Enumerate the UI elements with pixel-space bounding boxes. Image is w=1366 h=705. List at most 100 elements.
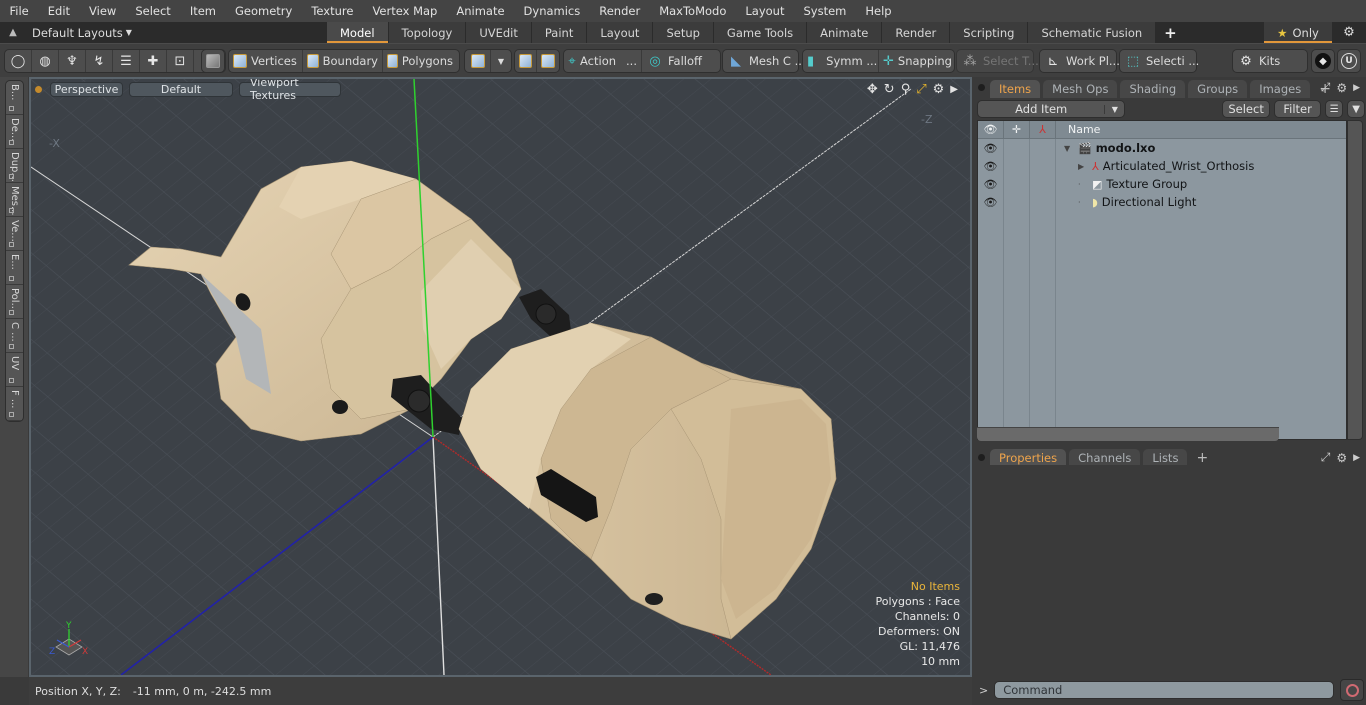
visibility-toggle[interactable]: 👁 [978,139,1004,157]
layout-tab-animate[interactable]: Animate [807,22,883,43]
visibility-toggle[interactable]: 👁 [978,175,1004,193]
menu-item[interactable]: Item [180,0,225,22]
zoom-view-icon[interactable]: ⚲ [901,82,911,97]
menu-layout[interactable]: Layout [736,0,794,22]
lock-cell[interactable] [1004,193,1030,211]
rotate-view-icon[interactable]: ↻ [884,82,895,97]
left-tab[interactable]: De... [6,115,23,149]
left-tab[interactable]: Dup... [6,149,23,183]
item-list-scrollbar[interactable] [1347,120,1363,440]
left-tab[interactable]: Pol... [6,285,23,319]
select-button[interactable]: Select [1222,100,1270,118]
arrow-right-icon[interactable]: ▶ [1353,83,1360,93]
command-input[interactable]: Command [994,681,1335,699]
left-tab[interactable]: F ... [6,387,23,421]
viewport-arrow-icon[interactable]: ▶ [950,84,958,95]
chevron-down-icon[interactable]: ▼ [1104,104,1124,114]
unity-button[interactable]: ◆ [1311,49,1335,73]
layout-tab-uvedit[interactable]: UVEdit [466,22,532,43]
items-tab-items[interactable]: Items [990,80,1041,98]
lock-cell[interactable] [1004,139,1030,157]
layout-tab-topology[interactable]: Topology [388,22,467,43]
material-dropdown[interactable]: ▼ [491,50,511,72]
view-mode-button[interactable]: Perspective [50,81,123,97]
layout-tab-setup[interactable]: Setup [653,22,714,43]
falloff-button[interactable]: ◎ Falloff [642,50,720,72]
tree-row[interactable]: 👁 ▶ ⅄ Articulated_Wrist_Orthosis [978,157,1346,175]
collapse-arrow-icon[interactable]: ▼ [1064,144,1074,153]
layout-tab-layout[interactable]: Layout [587,22,654,43]
gear-icon[interactable]: ⚙ [1336,451,1347,465]
menu-view[interactable]: View [80,0,126,22]
shading-mode-button[interactable]: Default [129,81,233,97]
items-tab-mesh-ops[interactable]: Mesh Ops [1043,80,1118,98]
expand-icon[interactable]: ⤢ [1321,450,1331,465]
action-center-button[interactable]: ⌖ Action... [564,50,642,72]
type-column-icon[interactable]: ⅄ [1030,121,1056,138]
menu-file[interactable]: File [0,0,38,22]
expand-icon[interactable]: ⤢ [1321,80,1331,95]
selection-sets-button[interactable]: ⬚ Selecti ... [1120,50,1203,72]
visibility-toggle[interactable]: 👁 [978,157,1004,175]
viewport-canvas[interactable]: -X -Z Y X Z [31,79,970,675]
circle-select-button[interactable]: ◯ [5,50,32,72]
list-options-icon[interactable]: ☰ [1325,100,1344,118]
pivot-button[interactable] [515,50,537,72]
left-tab[interactable]: UV [6,353,23,387]
viewport-options-dot[interactable] [35,85,42,93]
3d-viewport[interactable]: -X -Z Y X Z Perspective Default Viewport… [29,77,972,677]
left-tab[interactable]: B... [6,81,23,115]
name-column-header[interactable]: Name [1056,123,1100,136]
lock-column-icon[interactable]: ✛ [1004,121,1030,138]
tree-row[interactable]: 👁 · ◩ Texture Group [978,175,1346,193]
pen-button[interactable]: ♆ [59,50,86,72]
left-tab[interactable]: Mes... [6,183,23,217]
items-tab-groups[interactable]: Groups [1188,80,1248,98]
polygons-button[interactable]: Polygons [383,50,457,72]
cross-button[interactable]: ✚ [140,50,167,72]
lock-cell[interactable] [1004,157,1030,175]
layout-up-icon[interactable]: ▲ [0,22,26,43]
viewport-gear-icon[interactable]: ⚙ [933,82,945,97]
lasso-button[interactable]: ↯ [86,50,113,72]
maximize-viewport-icon[interactable]: ⤢ [916,82,926,97]
viewport-textures-button[interactable]: Viewport Textures [239,79,341,102]
menu-render[interactable]: Render [590,0,650,22]
gear-icon[interactable]: ⚙ [1336,81,1347,95]
add-layout-tab-button[interactable]: + [1156,22,1185,43]
item-mode-icon[interactable] [206,54,220,68]
menu-system[interactable]: System [794,0,856,22]
item-list-hscrollbar[interactable] [977,427,1279,441]
layout-tab-scripting[interactable]: Scripting [950,22,1029,43]
menu-geometry[interactable]: Geometry [226,0,302,22]
tree-row[interactable]: 👁 ▼ 🎬 modo.lxo [978,139,1346,157]
visibility-toggle[interactable]: 👁 [978,193,1004,211]
menu-edit[interactable]: Edit [38,0,79,22]
globe-button[interactable]: ◍ [32,50,59,72]
vertices-button[interactable]: Vertices [229,50,303,72]
funnel-icon[interactable]: ▼ [1347,100,1365,118]
menu-dynamics[interactable]: Dynamics [514,0,590,22]
layout-tab-schematic-fusion[interactable]: Schematic Fusion [1028,22,1157,43]
record-button[interactable] [1340,679,1365,701]
items-tab-shading[interactable]: Shading [1120,80,1186,98]
boundary-button[interactable]: Boundary [303,50,383,72]
left-tab[interactable]: C ... [6,319,23,353]
move-view-icon[interactable]: ✥ [867,82,878,97]
menu-vertex-map[interactable]: Vertex Map [363,0,447,22]
menu-select[interactable]: Select [126,0,180,22]
square-circle-button[interactable]: ⊡ [167,50,194,72]
filter-button[interactable]: Filter [1273,100,1322,118]
menu-help[interactable]: Help [856,0,901,22]
tree-row[interactable]: 👁 · ◗ Directional Light [978,193,1346,211]
items-tab-images[interactable]: Images [1250,80,1311,98]
work-plane-button[interactable]: ⊾ Work Pl... [1040,50,1124,72]
layout-tab-paint[interactable]: Paint [531,22,588,43]
layout-tab-model[interactable]: Model [327,22,389,43]
symmetry-button[interactable]: ▮ Symm ... [803,50,879,72]
menu-animate[interactable]: Animate [447,0,514,22]
layout-tab-game-tools[interactable]: Game Tools [713,22,808,43]
mesh-constraint-button[interactable]: ◣ Mesh C ... [723,50,810,72]
menu-maxtomodo[interactable]: MaxToModo [650,0,736,22]
menu-texture[interactable]: Texture [302,0,363,22]
